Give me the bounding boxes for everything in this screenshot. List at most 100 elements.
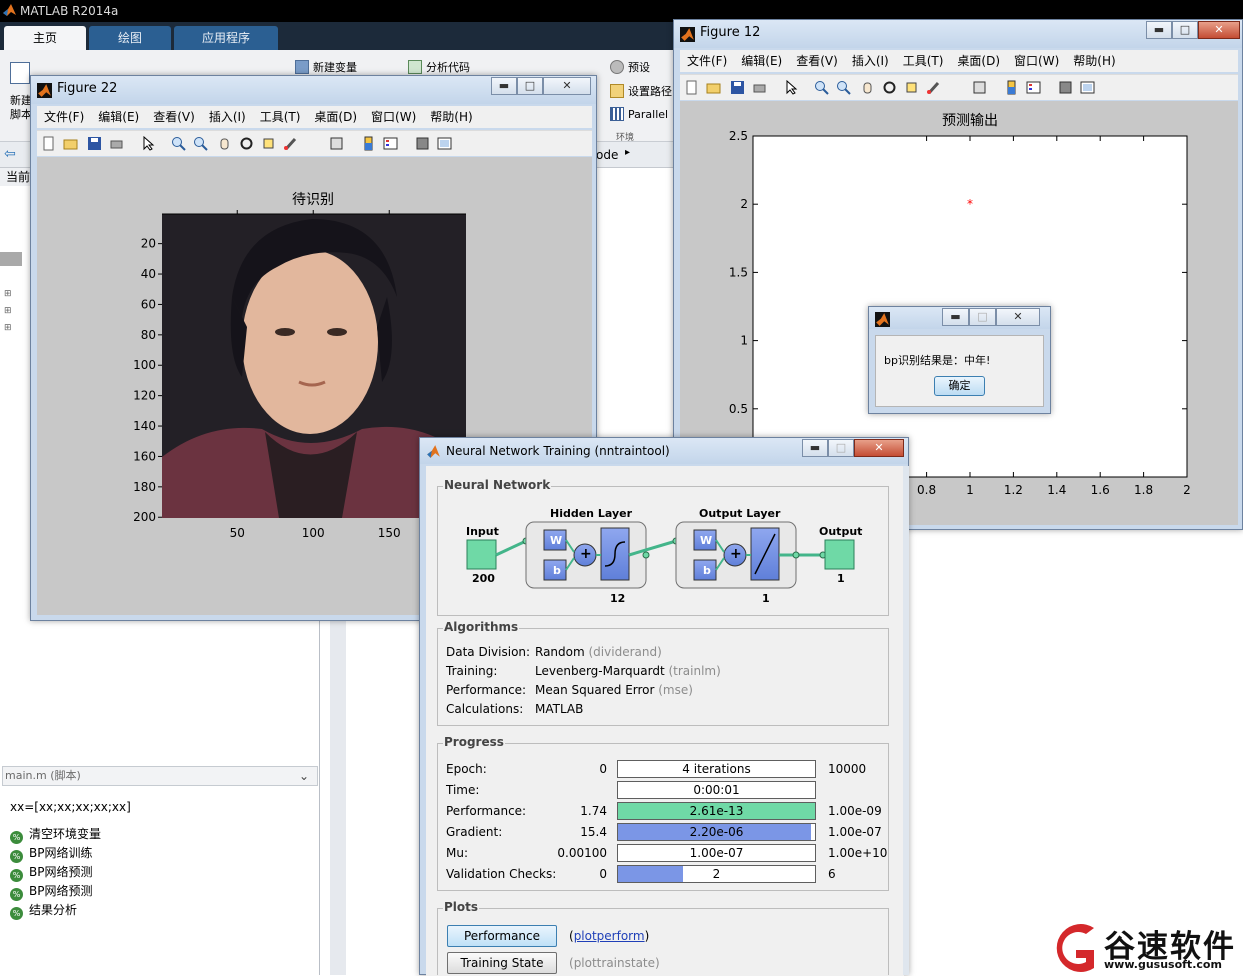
prediction-point[interactable]: * bbox=[967, 197, 973, 211]
parallel-button[interactable]: Parallel bbox=[610, 107, 668, 121]
path-chevron-icon[interactable]: ▸ bbox=[625, 147, 630, 158]
link-plot-icon[interactable] bbox=[329, 136, 344, 151]
plot-button[interactable]: Training State bbox=[447, 952, 557, 974]
menu-window[interactable]: 窗口(W) bbox=[1007, 50, 1066, 72]
analyze-code-button[interactable]: 分析代码 bbox=[408, 59, 470, 75]
zoom-out-icon[interactable] bbox=[836, 80, 851, 95]
menu-file[interactable]: 文件(F) bbox=[680, 50, 734, 72]
menu-desktop[interactable]: 桌面(D) bbox=[950, 50, 1007, 72]
hide-plot-tools-icon[interactable] bbox=[1058, 80, 1073, 95]
tree-expand-icon[interactable]: ⊞ bbox=[4, 289, 12, 299]
minimize-button[interactable]: ▬ bbox=[491, 77, 517, 95]
tree-expand-icon[interactable]: ⊞ bbox=[4, 306, 12, 316]
menu-insert[interactable]: 插入(I) bbox=[202, 106, 253, 128]
maximize-button[interactable]: □ bbox=[969, 308, 996, 326]
pointer-icon[interactable] bbox=[141, 136, 156, 151]
close-button[interactable]: ✕ bbox=[854, 439, 904, 457]
menu-window[interactable]: 窗口(W) bbox=[364, 106, 423, 128]
plot-function-name[interactable]: plotperform bbox=[574, 929, 645, 943]
show-plot-tools-icon[interactable] bbox=[1080, 80, 1095, 95]
brush-icon[interactable] bbox=[926, 80, 941, 95]
cell-item[interactable]: % BP网络训练 bbox=[10, 844, 92, 863]
legend-icon[interactable] bbox=[1026, 80, 1041, 95]
brush-icon[interactable] bbox=[283, 136, 298, 151]
menu-view[interactable]: 查看(V) bbox=[146, 106, 202, 128]
colorbar-icon[interactable] bbox=[361, 136, 376, 151]
pan-hand-icon[interactable] bbox=[217, 136, 232, 151]
nntraintool-title-bar[interactable]: Neural Network Training (nntraintool) ▬ … bbox=[420, 438, 908, 464]
open-folder-icon[interactable] bbox=[706, 80, 721, 95]
cell-item[interactable]: % 结果分析 bbox=[10, 901, 77, 920]
hidden-w-label: W bbox=[550, 534, 563, 547]
cell-item[interactable]: % BP网络预测 bbox=[10, 863, 92, 882]
close-button[interactable]: ✕ bbox=[1198, 21, 1240, 39]
new-variable-button[interactable]: 新建变量 bbox=[295, 59, 357, 75]
tab-home[interactable]: 主页 bbox=[4, 26, 86, 50]
menu-file[interactable]: 文件(F) bbox=[37, 106, 91, 128]
pan-hand-icon[interactable] bbox=[860, 80, 875, 95]
minimize-button[interactable]: ▬ bbox=[942, 308, 969, 326]
maximize-button[interactable]: □ bbox=[517, 77, 543, 95]
minimize-button[interactable]: ▬ bbox=[1146, 21, 1172, 39]
cell-item[interactable]: % 清空环境变量 bbox=[10, 825, 101, 844]
rotate-3d-icon[interactable] bbox=[239, 136, 254, 151]
ok-button[interactable]: 确定 bbox=[934, 376, 985, 396]
address-path-fragment[interactable]: ode bbox=[596, 148, 618, 162]
tab-plots[interactable]: 绘图 bbox=[89, 26, 171, 50]
preferences-button[interactable]: 预设 bbox=[610, 59, 650, 75]
plot-function[interactable]: (plotperform) bbox=[569, 929, 649, 943]
cell-item[interactable]: % BP网络预测 bbox=[10, 882, 92, 901]
minimize-button[interactable]: ▬ bbox=[802, 439, 828, 457]
save-icon[interactable] bbox=[87, 136, 102, 151]
x-tick-label: 50 bbox=[230, 526, 245, 540]
figure-22-title-bar[interactable]: Figure 22 ▬ □ ✕ bbox=[31, 76, 596, 104]
set-path-button[interactable]: 设置路径 bbox=[610, 83, 672, 99]
chevron-down-icon[interactable]: ⌄ bbox=[299, 767, 309, 785]
maximize-button[interactable]: □ bbox=[828, 439, 854, 457]
plot-button[interactable]: Performance bbox=[447, 925, 557, 947]
link-plot-icon[interactable] bbox=[972, 80, 987, 95]
hide-plot-tools-icon[interactable] bbox=[415, 136, 430, 151]
back-arrow-icon[interactable]: ⇦ bbox=[4, 146, 16, 162]
zoom-in-icon[interactable] bbox=[171, 136, 186, 151]
figure-12-title-bar[interactable]: Figure 12 ▬ □ ✕ bbox=[674, 20, 1242, 48]
menu-tools[interactable]: 工具(T) bbox=[253, 106, 308, 128]
print-icon[interactable] bbox=[752, 80, 767, 95]
editor-tab-header[interactable]: main.m (脚本) ⌄ bbox=[2, 766, 318, 786]
menu-help[interactable]: 帮助(H) bbox=[423, 106, 479, 128]
close-button[interactable]: ✕ bbox=[543, 77, 591, 95]
colorbar-icon[interactable] bbox=[1004, 80, 1019, 95]
new-figure-icon[interactable] bbox=[41, 136, 56, 151]
nntraintool-scrollbar[interactable] bbox=[903, 466, 909, 975]
data-cursor-icon[interactable] bbox=[904, 80, 919, 95]
tree-expand-icon[interactable]: ⊞ bbox=[4, 323, 12, 333]
maximize-button[interactable]: □ bbox=[1172, 21, 1198, 39]
rotate-3d-icon[interactable] bbox=[882, 80, 897, 95]
progress-bar: 4 iterations bbox=[617, 760, 816, 778]
menu-tools[interactable]: 工具(T) bbox=[896, 50, 951, 72]
open-folder-icon[interactable] bbox=[63, 136, 78, 151]
menu-edit[interactable]: 编辑(E) bbox=[734, 50, 789, 72]
selected-file-row[interactable] bbox=[0, 252, 22, 266]
menu-insert[interactable]: 插入(I) bbox=[845, 50, 896, 72]
menu-view[interactable]: 查看(V) bbox=[789, 50, 845, 72]
data-cursor-icon[interactable] bbox=[261, 136, 276, 151]
matlab-logo-icon bbox=[875, 312, 890, 327]
menu-help[interactable]: 帮助(H) bbox=[1066, 50, 1122, 72]
zoom-out-icon[interactable] bbox=[193, 136, 208, 151]
dialog-title-bar[interactable]: ▬ □ ✕ bbox=[869, 307, 1050, 329]
close-button[interactable]: ✕ bbox=[996, 308, 1040, 326]
pointer-icon[interactable] bbox=[784, 80, 799, 95]
menu-desktop[interactable]: 桌面(D) bbox=[307, 106, 364, 128]
save-icon[interactable] bbox=[730, 80, 745, 95]
menu-edit[interactable]: 编辑(E) bbox=[91, 106, 146, 128]
print-icon[interactable] bbox=[109, 136, 124, 151]
tab-apps[interactable]: 应用程序 bbox=[174, 26, 278, 50]
legend-icon[interactable] bbox=[383, 136, 398, 151]
show-plot-tools-icon[interactable] bbox=[437, 136, 452, 151]
zoom-in-icon[interactable] bbox=[814, 80, 829, 95]
algorithm-value: Random (dividerand) bbox=[535, 645, 662, 659]
new-figure-icon[interactable] bbox=[684, 80, 699, 95]
scrollbar[interactable] bbox=[330, 620, 346, 975]
x-tick-label: 100 bbox=[302, 526, 325, 540]
